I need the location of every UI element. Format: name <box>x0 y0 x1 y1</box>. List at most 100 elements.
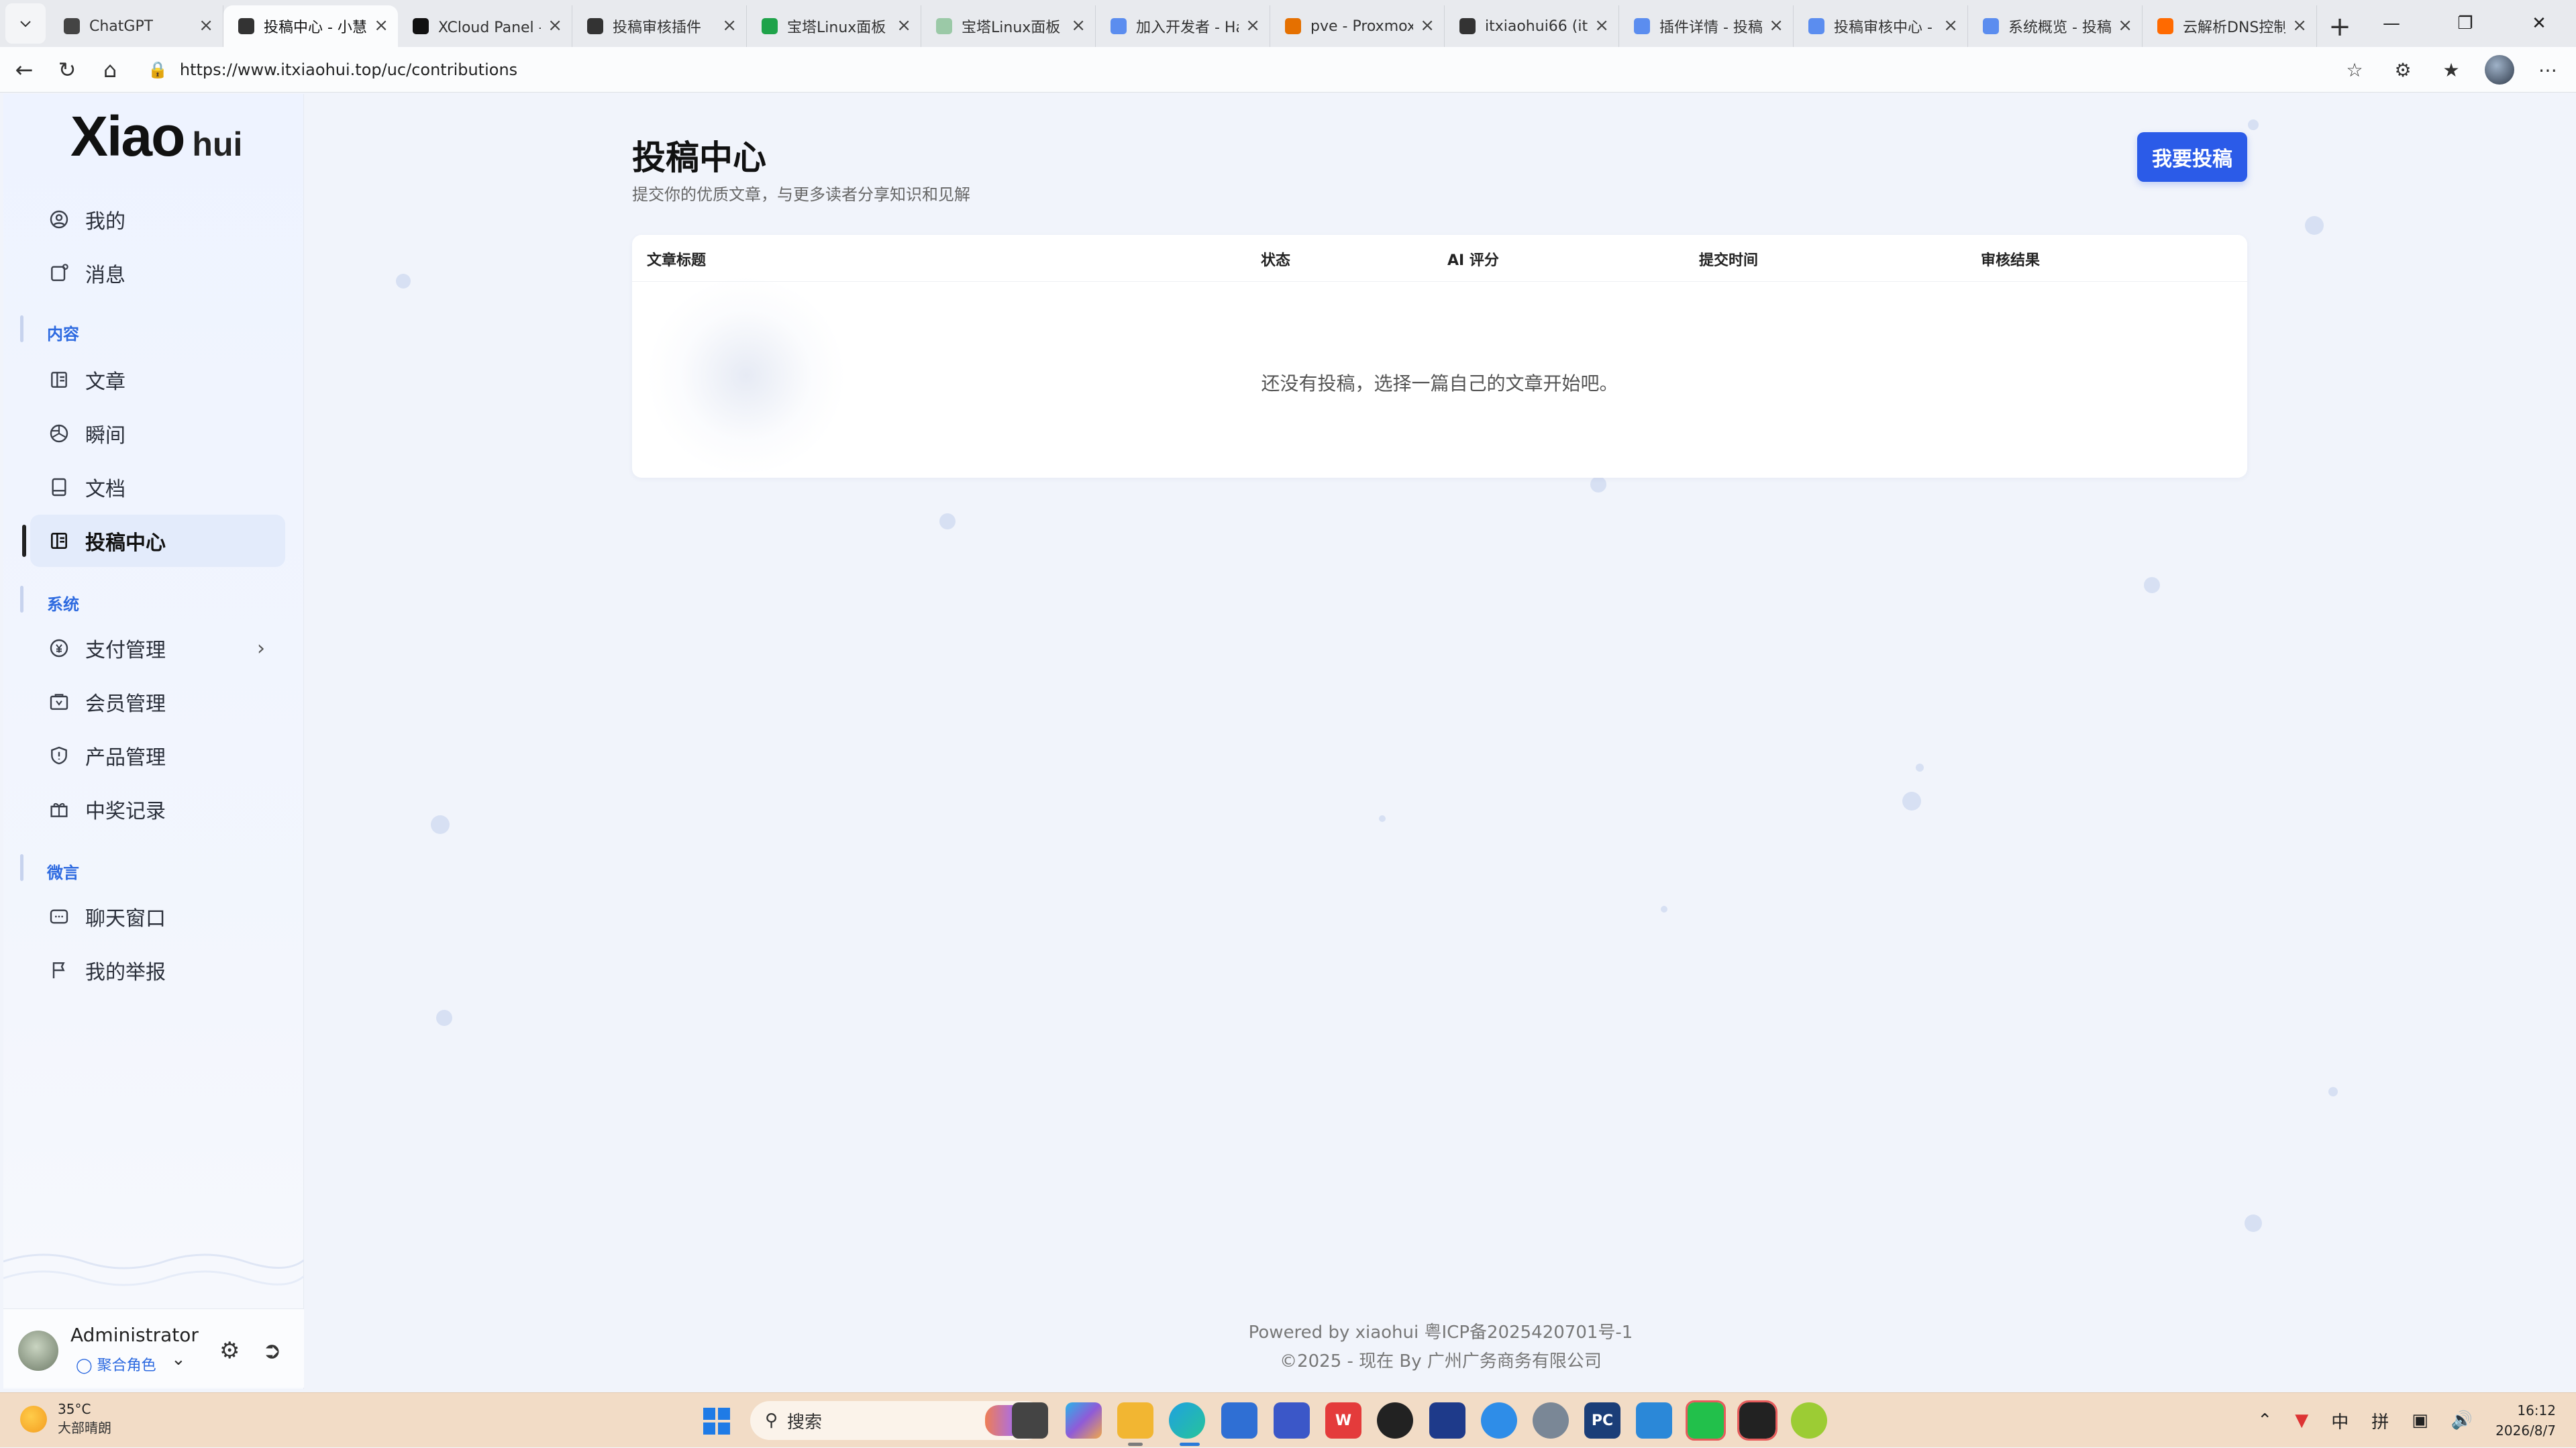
wechat-icon[interactable] <box>1686 1400 1726 1441</box>
settings-app-icon[interactable] <box>1533 1402 1569 1439</box>
close-window-button[interactable]: ✕ <box>2502 0 2576 47</box>
sidebar-item-docs[interactable]: 文档 <box>30 461 285 513</box>
sidebar-item-mine[interactable]: 我的 <box>30 193 285 246</box>
submit-contribution-button[interactable]: 我要投稿 <box>2137 132 2247 182</box>
volume-icon[interactable]: 🔊 <box>2451 1410 2473 1431</box>
logo-main-text: Xiao <box>70 105 185 168</box>
tab-title: pve - Proxmox Vi <box>1310 17 1413 35</box>
copilot-icon[interactable] <box>1066 1402 1102 1439</box>
extensions-icon[interactable]: ⚙ <box>2388 59 2418 81</box>
browser-tab[interactable]: ChatGPT × <box>49 5 223 47</box>
close-tab-icon[interactable]: × <box>1769 17 1784 34</box>
footer-copyright: ©2025 - 现在 By 广州广务商务有限公司 <box>1280 1351 1602 1372</box>
windows-taskbar: 35°C 大部晴朗 ⚲ 搜索 W PC ⌃ ▼ 中 拼 ▣ 🔊 16:12 20… <box>0 1392 2576 1447</box>
close-tab-icon[interactable]: × <box>1245 17 1260 34</box>
settings-gear-icon[interactable]: ⚙ <box>219 1337 240 1364</box>
browser-tab[interactable]: itxiaohui66 (itxia × <box>1445 5 1619 47</box>
close-tab-icon[interactable]: × <box>722 17 737 34</box>
favorites-list-icon[interactable]: ★ <box>2436 59 2466 81</box>
ime-mode-indicator[interactable]: 拼 <box>2371 1408 2389 1433</box>
wps-icon[interactable]: W <box>1325 1402 1361 1439</box>
sidebar-item-label: 中奖记录 <box>85 800 166 823</box>
close-tab-icon[interactable]: × <box>374 17 389 34</box>
avatar[interactable] <box>18 1331 58 1371</box>
sidebar-item-moments[interactable]: 瞬间 <box>30 407 285 460</box>
minimize-button[interactable]: — <box>2355 0 2428 47</box>
site-info-icon[interactable]: 🔒 <box>148 60 168 79</box>
url-field[interactable]: 🔒 https://www.itxiaohui.top/uc/contribut… <box>134 53 2382 87</box>
home-button[interactable]: ⌂ <box>89 48 132 91</box>
close-tab-icon[interactable]: × <box>1071 17 1086 34</box>
qq-icon[interactable] <box>1737 1400 1778 1441</box>
app-icon[interactable] <box>1791 1402 1827 1439</box>
store-icon[interactable] <box>1221 1402 1257 1439</box>
user-role-badge[interactable]: ◯ 聚合角色 <box>76 1353 156 1375</box>
browser-tab[interactable]: 宝塔Linux面板 × <box>921 5 1096 47</box>
sidebar-item-payment[interactable]: 支付管理 › <box>30 622 285 674</box>
browser-tab[interactable]: XCloud Panel - 小 × <box>398 5 572 47</box>
sidebar-item-articles[interactable]: 文章 <box>30 354 285 406</box>
system-clock[interactable]: 16:12 2026/8/7 <box>2495 1400 2556 1441</box>
chatgpt-app-icon[interactable] <box>1377 1402 1413 1439</box>
security-tray-icon[interactable]: ▼ <box>2295 1410 2308 1431</box>
browser-tab[interactable]: pve - Proxmox Vi × <box>1270 5 1445 47</box>
browser-tab[interactable]: 加入开发者 - Hal × <box>1096 5 1270 47</box>
sidebar-item-messages[interactable]: 消息 <box>30 247 285 299</box>
sidebar-item-prize-records[interactable]: 中奖记录 <box>30 783 285 835</box>
edge-browser-icon[interactable] <box>1169 1402 1205 1439</box>
close-tab-icon[interactable]: × <box>548 17 562 34</box>
sidebar-item-reports[interactable]: 我的举报 <box>30 944 285 996</box>
taskbar-search[interactable]: ⚲ 搜索 <box>750 1401 1045 1440</box>
network-icon[interactable]: ▣ <box>2412 1410 2428 1431</box>
sidebar-item-contributions[interactable]: 投稿中心 <box>30 515 285 567</box>
feishu-icon[interactable] <box>1274 1402 1310 1439</box>
browser-tab[interactable]: 云解析DNS控制台 × <box>2143 5 2317 47</box>
sidebar-item-members[interactable]: 会员管理 <box>30 676 285 728</box>
footer-powered-by[interactable]: Powered by xiaohui 粤ICP备2025420701号-1 <box>305 1318 2576 1343</box>
browser-tab[interactable]: 投稿审核插件 × <box>572 5 747 47</box>
devtools-icon[interactable] <box>1429 1402 1465 1439</box>
remote-desktop-icon[interactable] <box>1636 1402 1672 1439</box>
cloud-app-icon[interactable] <box>1481 1402 1517 1439</box>
close-tab-icon[interactable]: × <box>1420 17 1435 34</box>
back-button[interactable]: ← <box>3 48 46 91</box>
sidebar-item-products[interactable]: 产品管理 <box>30 729 285 782</box>
new-tab-button[interactable]: + <box>2320 7 2360 47</box>
close-tab-icon[interactable]: × <box>199 17 213 34</box>
restore-button[interactable]: ❐ <box>2428 0 2502 47</box>
halo-icon <box>1111 18 1127 34</box>
page-title: 投稿中心 <box>632 138 766 177</box>
weather-widget[interactable]: 35°C 大部晴朗 <box>20 1401 111 1437</box>
column-header-submit-time: 提交时间 <box>1699 252 1759 269</box>
site-logo[interactable]: Xiao hui <box>70 104 242 169</box>
more-menu-icon[interactable]: ⋯ <box>2533 59 2563 81</box>
browser-tab[interactable]: 插件详情 - 投稿i × <box>1619 5 1794 47</box>
profile-avatar[interactable] <box>2485 55 2514 85</box>
close-tab-icon[interactable]: × <box>1594 17 1609 34</box>
close-tab-icon[interactable]: × <box>2118 17 2132 34</box>
reload-button[interactable]: ↻ <box>46 48 89 91</box>
chevron-right-icon[interactable]: › <box>257 637 265 660</box>
browser-tab[interactable]: 投稿审核中心 - 投 × <box>1794 5 1968 47</box>
clock-date: 2026/8/7 <box>2495 1423 2556 1439</box>
close-tab-icon[interactable]: × <box>896 17 911 34</box>
close-tab-icon[interactable]: × <box>2292 17 2307 34</box>
browser-tab[interactable]: 系统概览 - 投稿i × <box>1968 5 2143 47</box>
task-view-icon[interactable] <box>1012 1402 1048 1439</box>
decorative-dot <box>939 513 956 529</box>
favorite-star-icon[interactable]: ☆ <box>2340 59 2369 81</box>
member-icon <box>48 690 70 713</box>
tab-actions-menu-button[interactable] <box>5 3 46 44</box>
ime-language-indicator[interactable]: 中 <box>2331 1408 2349 1433</box>
close-tab-icon[interactable]: × <box>1943 17 1958 34</box>
start-button[interactable] <box>703 1408 730 1435</box>
chevron-down-icon[interactable]: ⌄ <box>171 1349 186 1369</box>
sidebar-item-chat[interactable]: 聊天窗口 <box>30 890 285 943</box>
file-explorer-icon[interactable] <box>1117 1402 1153 1439</box>
browser-tab[interactable]: 投稿中心 - 小慧 × <box>223 5 398 47</box>
chevron-up-icon[interactable]: ⌃ <box>2257 1410 2272 1431</box>
pycharm-icon[interactable]: PC <box>1584 1402 1620 1439</box>
logout-icon[interactable]: ➲ <box>262 1337 282 1364</box>
browser-tab[interactable]: 宝塔Linux面板 × <box>747 5 921 47</box>
halo-icon <box>1634 18 1650 34</box>
